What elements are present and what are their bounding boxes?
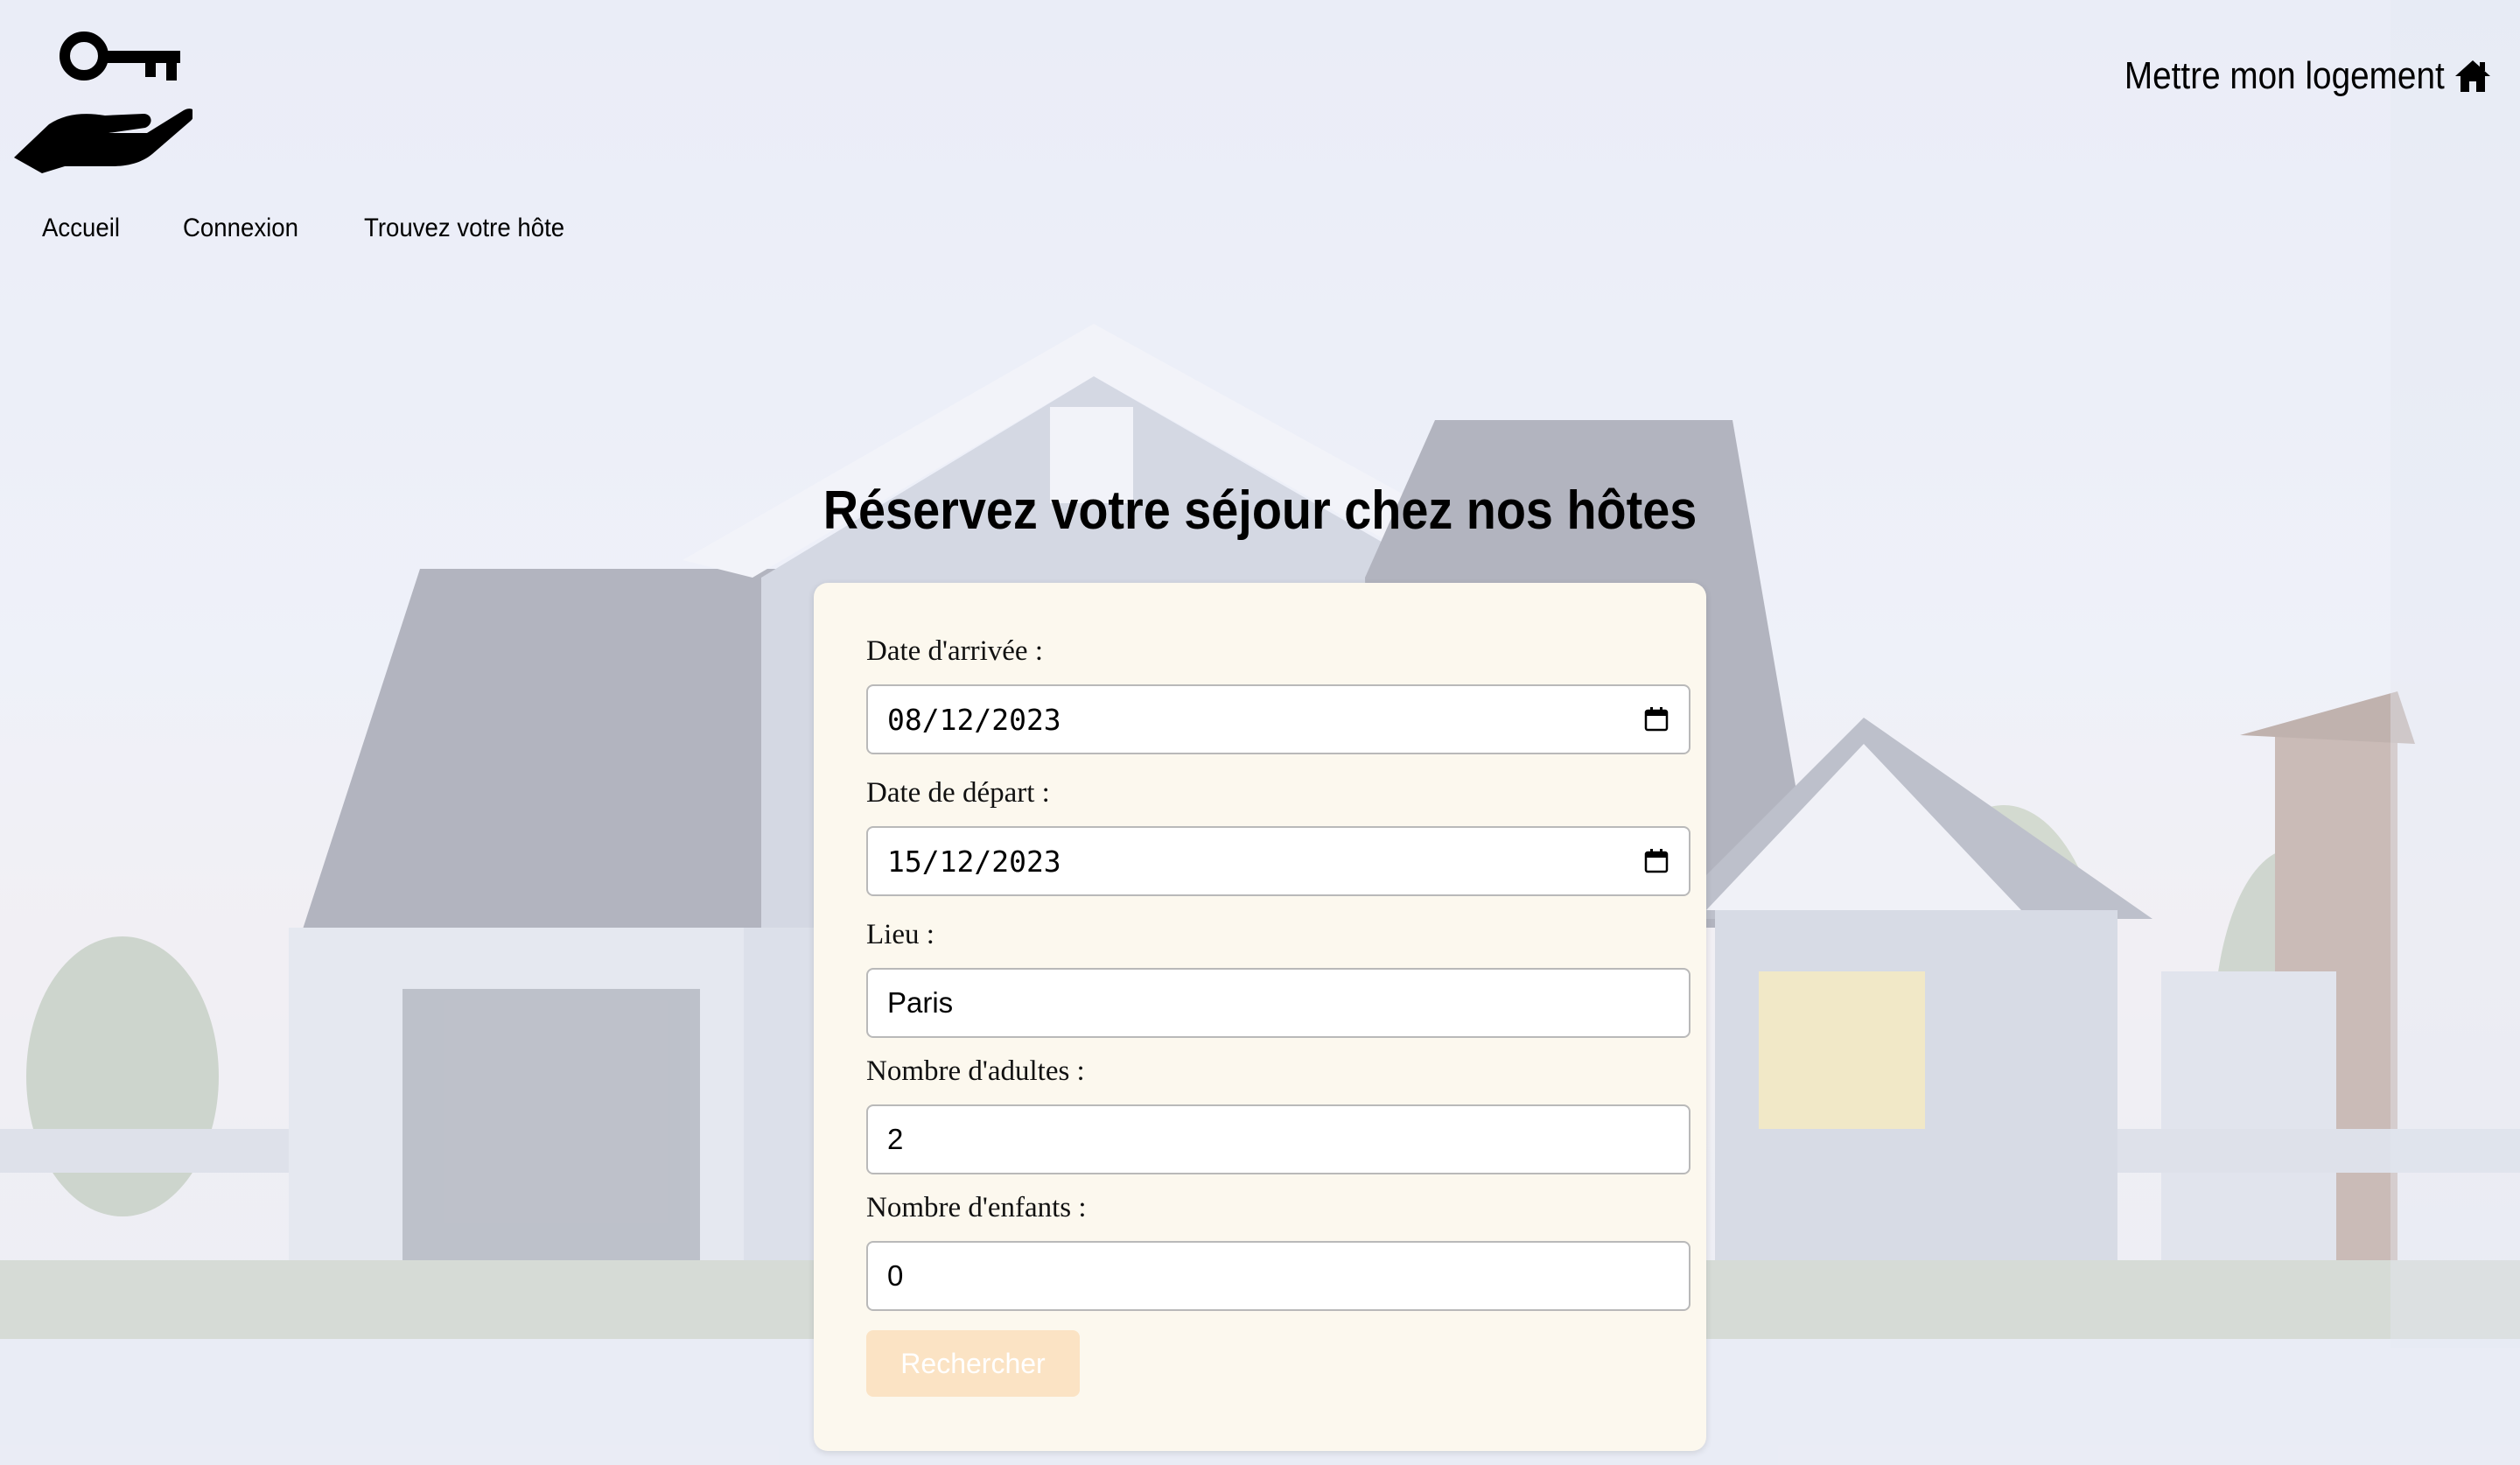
list-my-home-link[interactable]: Mettre mon logement: [2081, 54, 2492, 98]
departure-date-label: Date de départ :: [866, 777, 1050, 809]
location-input[interactable]: Paris: [866, 968, 1690, 1038]
nav-trouvez-votre-hote[interactable]: Trouvez votre hôte: [364, 214, 564, 243]
departure-date-value: 15/12/2023: [887, 844, 1061, 879]
nav-accueil[interactable]: Accueil: [42, 214, 120, 243]
arrival-date-input[interactable]: 08/12/2023: [866, 684, 1690, 754]
location-value: Paris: [887, 986, 954, 1019]
house-icon: [2455, 60, 2490, 92]
search-button[interactable]: Rechercher: [866, 1330, 1080, 1397]
page-title: Réservez votre séjour chez nos hôtes: [822, 480, 1698, 541]
main-nav: Accueil Connexion Trouvez votre hôte: [42, 214, 582, 243]
nav-connexion[interactable]: Connexion: [183, 214, 298, 243]
calendar-icon[interactable]: [1643, 848, 1670, 874]
list-my-home-label: Mettre mon logement: [2124, 54, 2445, 97]
key-in-hand-icon[interactable]: [12, 26, 195, 177]
children-label: Nombre d'enfants :: [866, 1192, 1087, 1223]
children-value: 0: [887, 1259, 904, 1292]
location-label: Lieu :: [866, 919, 934, 950]
adults-input[interactable]: 2: [866, 1104, 1690, 1174]
arrival-date-value: 08/12/2023: [887, 702, 1061, 737]
adults-label: Nombre d'adultes :: [866, 1055, 1085, 1087]
arrival-date-label: Date d'arrivée :: [866, 635, 1043, 667]
booking-form: Date d'arrivée : 08/12/2023 Date de dépa…: [814, 583, 1706, 1451]
adults-value: 2: [887, 1123, 904, 1155]
calendar-icon[interactable]: [1643, 706, 1670, 732]
children-input[interactable]: 0: [866, 1241, 1690, 1311]
departure-date-input[interactable]: 15/12/2023: [866, 826, 1690, 896]
